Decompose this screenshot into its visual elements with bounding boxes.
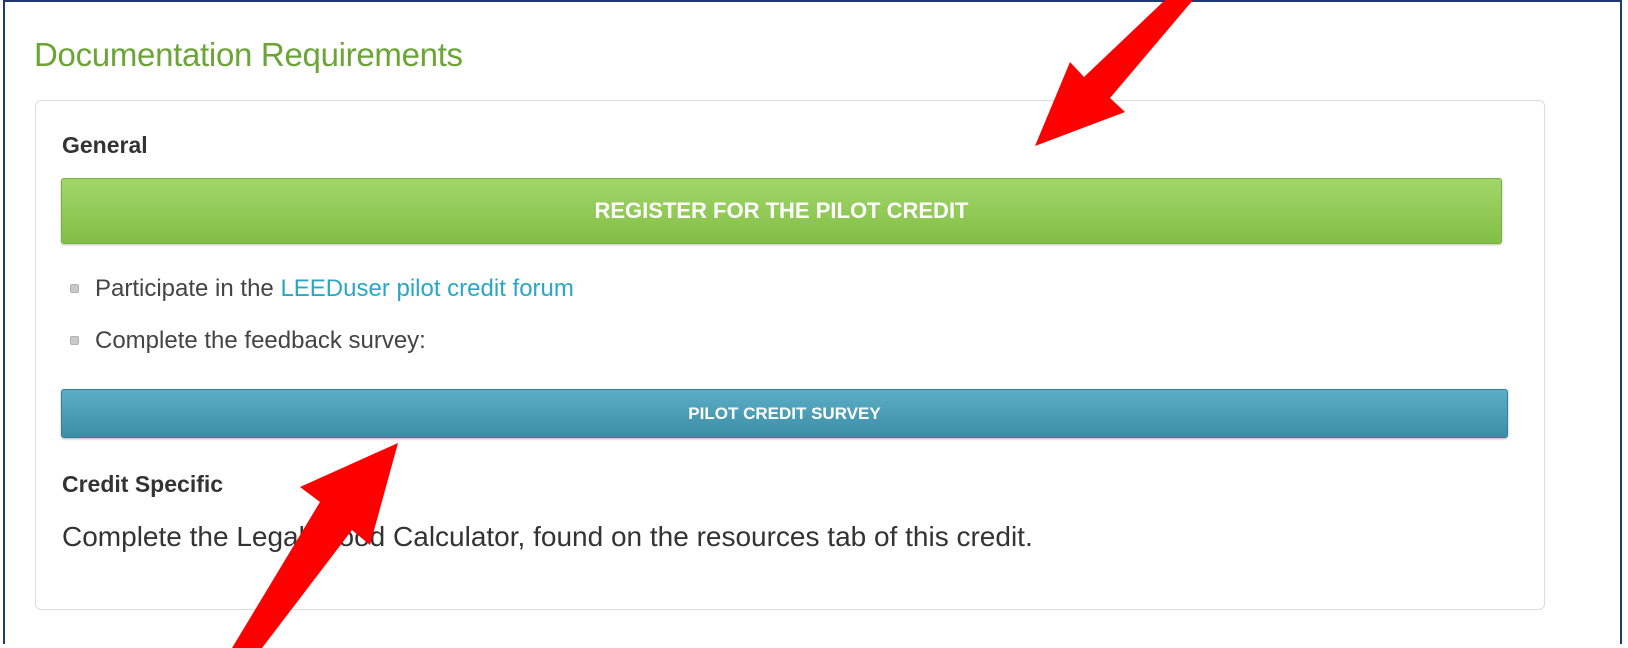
register-pilot-credit-button[interactable]: REGISTER FOR THE PILOT CREDIT [61, 178, 1502, 244]
list-item: Complete the feedback survey: [68, 324, 574, 376]
bullet-icon [70, 336, 79, 345]
general-requirements-list: Participate in the LEEDuser pilot credit… [68, 272, 574, 376]
list-item-text: Complete the feedback survey: [95, 327, 426, 354]
credit-specific-heading: Credit Specific [62, 471, 224, 497]
list-item: Participate in the LEEDuser pilot credit… [68, 272, 574, 324]
credit-specific-text: Complete the Legal Wood Calculator, foun… [62, 521, 1033, 552]
leeduser-forum-link[interactable]: LEEDuser pilot credit forum [280, 275, 573, 302]
list-item-text: Participate in the [95, 275, 281, 302]
general-heading: General [62, 132, 148, 158]
bullet-icon [70, 284, 79, 293]
section-title: Documentation Requirements [34, 36, 463, 73]
pilot-credit-survey-button[interactable]: PILOT CREDIT SURVEY [61, 389, 1508, 438]
